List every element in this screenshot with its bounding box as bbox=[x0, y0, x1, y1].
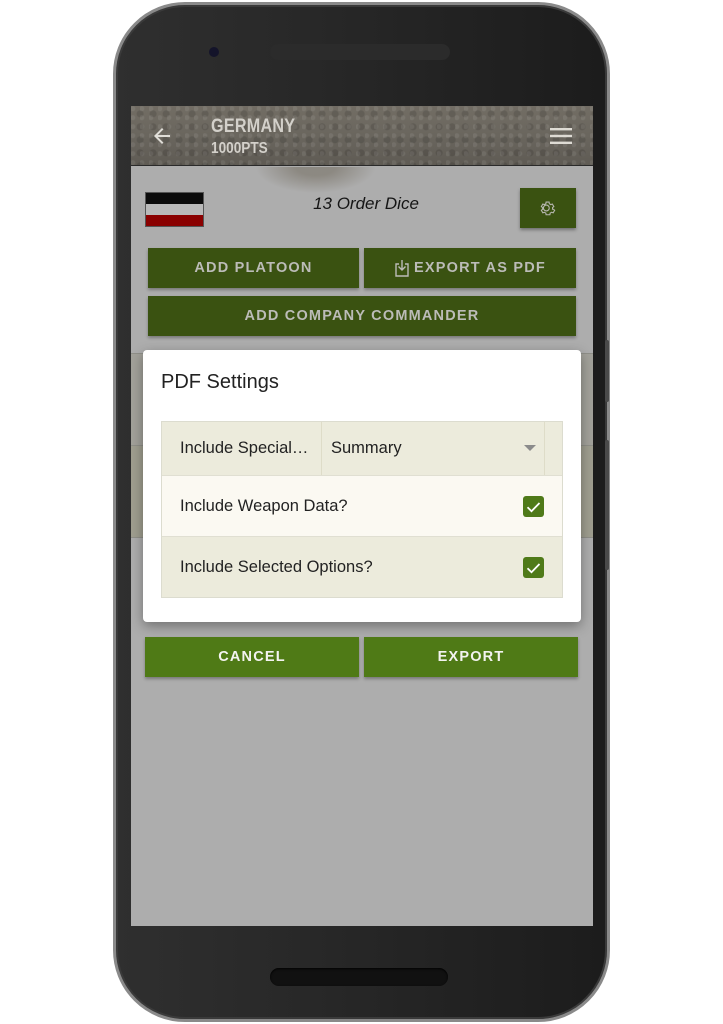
volume-button bbox=[605, 340, 609, 402]
special-rules-value: Summary bbox=[331, 439, 402, 457]
cancel-button[interactable]: CANCEL bbox=[145, 637, 359, 677]
add-platoon-button[interactable]: ADD PLATOON bbox=[148, 248, 359, 288]
export-as-pdf-button[interactable]: EXPORT AS PDF bbox=[364, 248, 576, 288]
gear-icon bbox=[540, 201, 556, 216]
export-as-pdf-label: EXPORT AS PDF bbox=[414, 260, 546, 276]
army-settings-button[interactable] bbox=[520, 188, 576, 228]
weapon-data-checkbox[interactable] bbox=[523, 496, 544, 517]
cancel-label: CANCEL bbox=[218, 649, 286, 665]
download-icon bbox=[395, 260, 409, 277]
setting-row-selected-options: Include Selected Options? bbox=[162, 536, 562, 597]
selected-options-checkbox[interactable] bbox=[523, 557, 544, 578]
weapon-data-label: Include Weapon Data? bbox=[180, 496, 348, 515]
add-platoon-label: ADD PLATOON bbox=[194, 260, 313, 276]
screen: GERMANY 1000PTS 13 Order Dice ADD PLATOO… bbox=[131, 106, 593, 926]
add-company-commander-button[interactable]: ADD COMPANY COMMANDER bbox=[148, 296, 576, 336]
pdf-settings-dialog: PDF Settings Include Special… Summary In… bbox=[143, 350, 581, 622]
export-label: EXPORT bbox=[437, 649, 505, 665]
check-icon bbox=[526, 562, 541, 573]
selected-options-label: Include Selected Options? bbox=[180, 557, 373, 576]
army-title: GERMANY bbox=[211, 116, 296, 137]
arrow-left-icon[interactable] bbox=[149, 124, 175, 148]
hamburger-menu-icon[interactable] bbox=[550, 127, 572, 145]
earpiece-speaker bbox=[270, 44, 450, 60]
setting-row-special-rules: Include Special… Summary bbox=[162, 422, 562, 475]
pdf-settings-list: Include Special… Summary Include Weapon … bbox=[161, 421, 563, 598]
power-button bbox=[605, 440, 609, 570]
export-button[interactable]: EXPORT bbox=[364, 637, 578, 677]
app-bar: GERMANY 1000PTS bbox=[131, 106, 593, 166]
bottom-speaker bbox=[270, 968, 448, 986]
dialog-title: PDF Settings bbox=[161, 371, 279, 393]
setting-row-weapon-data: Include Weapon Data? bbox=[162, 475, 562, 536]
german-imperial-flag bbox=[145, 192, 204, 227]
special-rules-label: Include Special… bbox=[180, 439, 309, 457]
caret-down-icon bbox=[524, 445, 536, 451]
special-rules-select[interactable]: Summary bbox=[321, 422, 545, 475]
order-dice-count: 13 Order Dice bbox=[313, 194, 419, 213]
add-company-commander-label: ADD COMPANY COMMANDER bbox=[244, 308, 480, 324]
front-camera bbox=[209, 47, 219, 57]
army-points: 1000PTS bbox=[211, 140, 268, 157]
check-icon bbox=[526, 501, 541, 512]
